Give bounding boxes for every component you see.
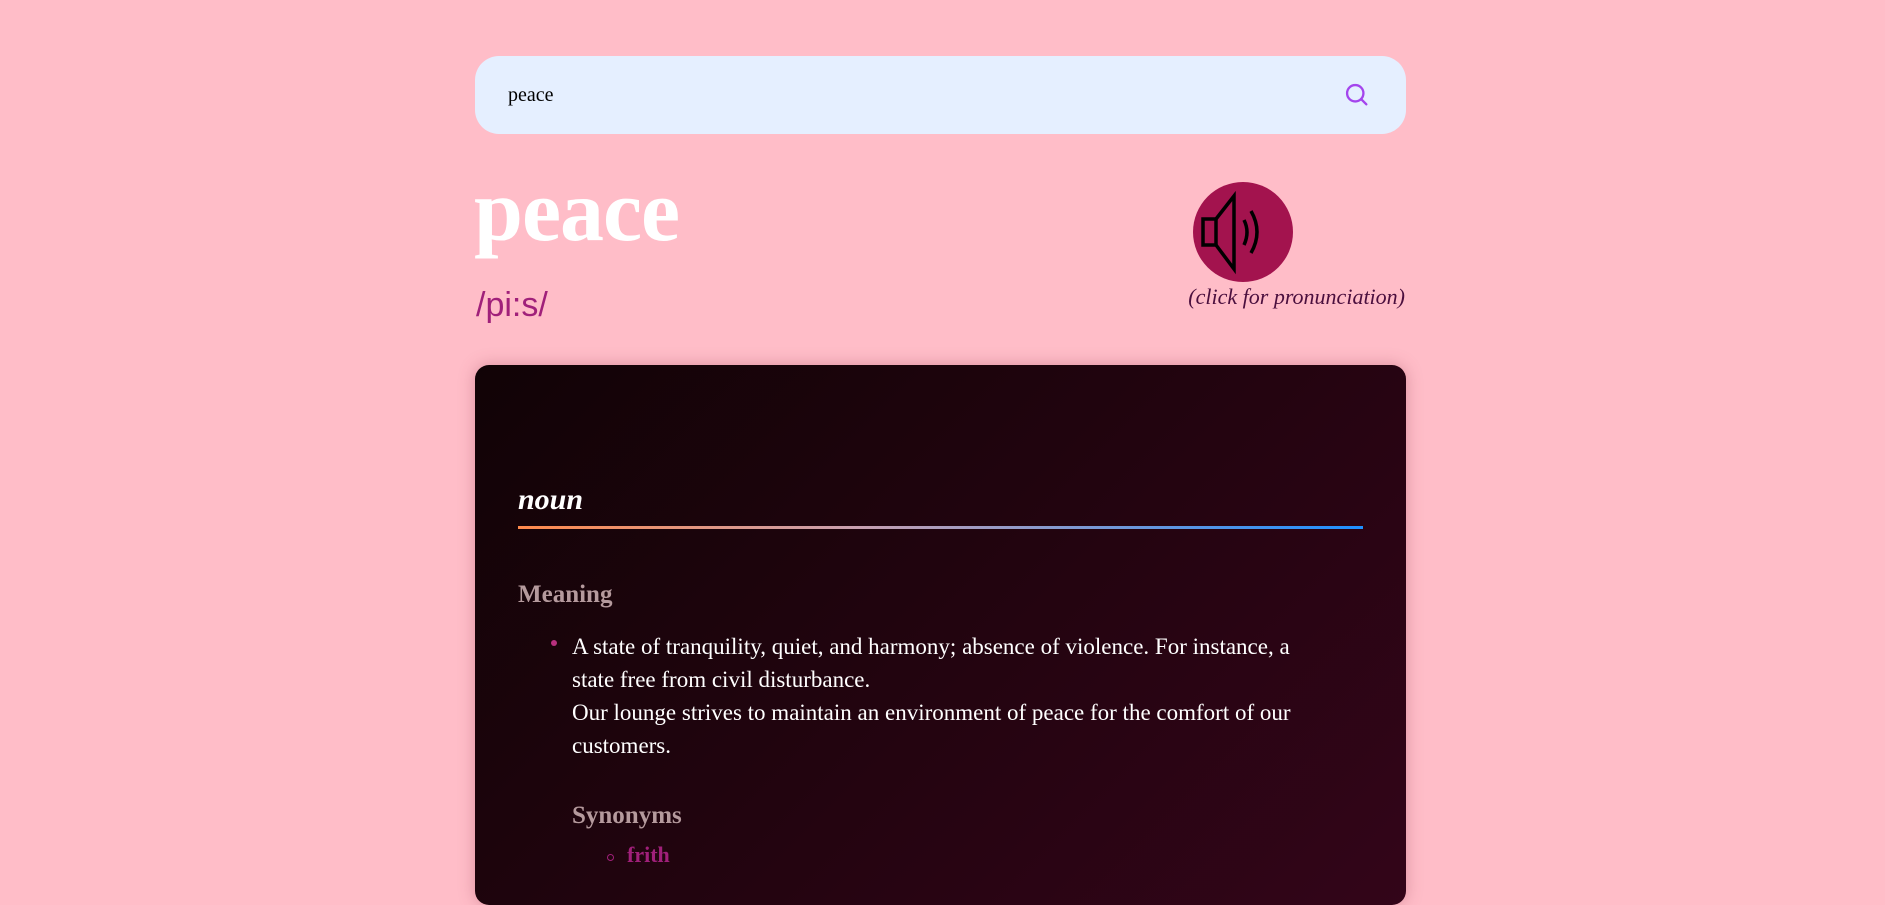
part-of-speech: noun [518,483,584,516]
bullet [551,640,557,646]
speaker-icon [1201,190,1259,275]
definition-example: Our lounge strives to maintain an enviro… [572,700,1291,758]
search-input[interactable] [508,56,1328,134]
search-bar [475,56,1406,134]
definition-item: A state of tranquility, quiet, and harmo… [572,630,1332,762]
search-icon[interactable] [1343,81,1371,109]
synonym-link[interactable]: frith [627,842,670,868]
phonetic: /pi:s/ [476,286,548,324]
word-title: peace [474,163,680,260]
divider [518,526,1363,529]
synonyms-heading: Synonyms [572,802,682,829]
definition-text: A state of tranquility, quiet, and harmo… [572,634,1290,692]
play-pronunciation-button[interactable] [1193,182,1293,282]
pronunciation-caption: (click for pronunciation) [1188,284,1405,309]
meaning-heading: Meaning [518,581,613,608]
bullet [607,854,614,861]
meaning-card: noun Meaning A state of tranquility, qui… [475,365,1406,905]
